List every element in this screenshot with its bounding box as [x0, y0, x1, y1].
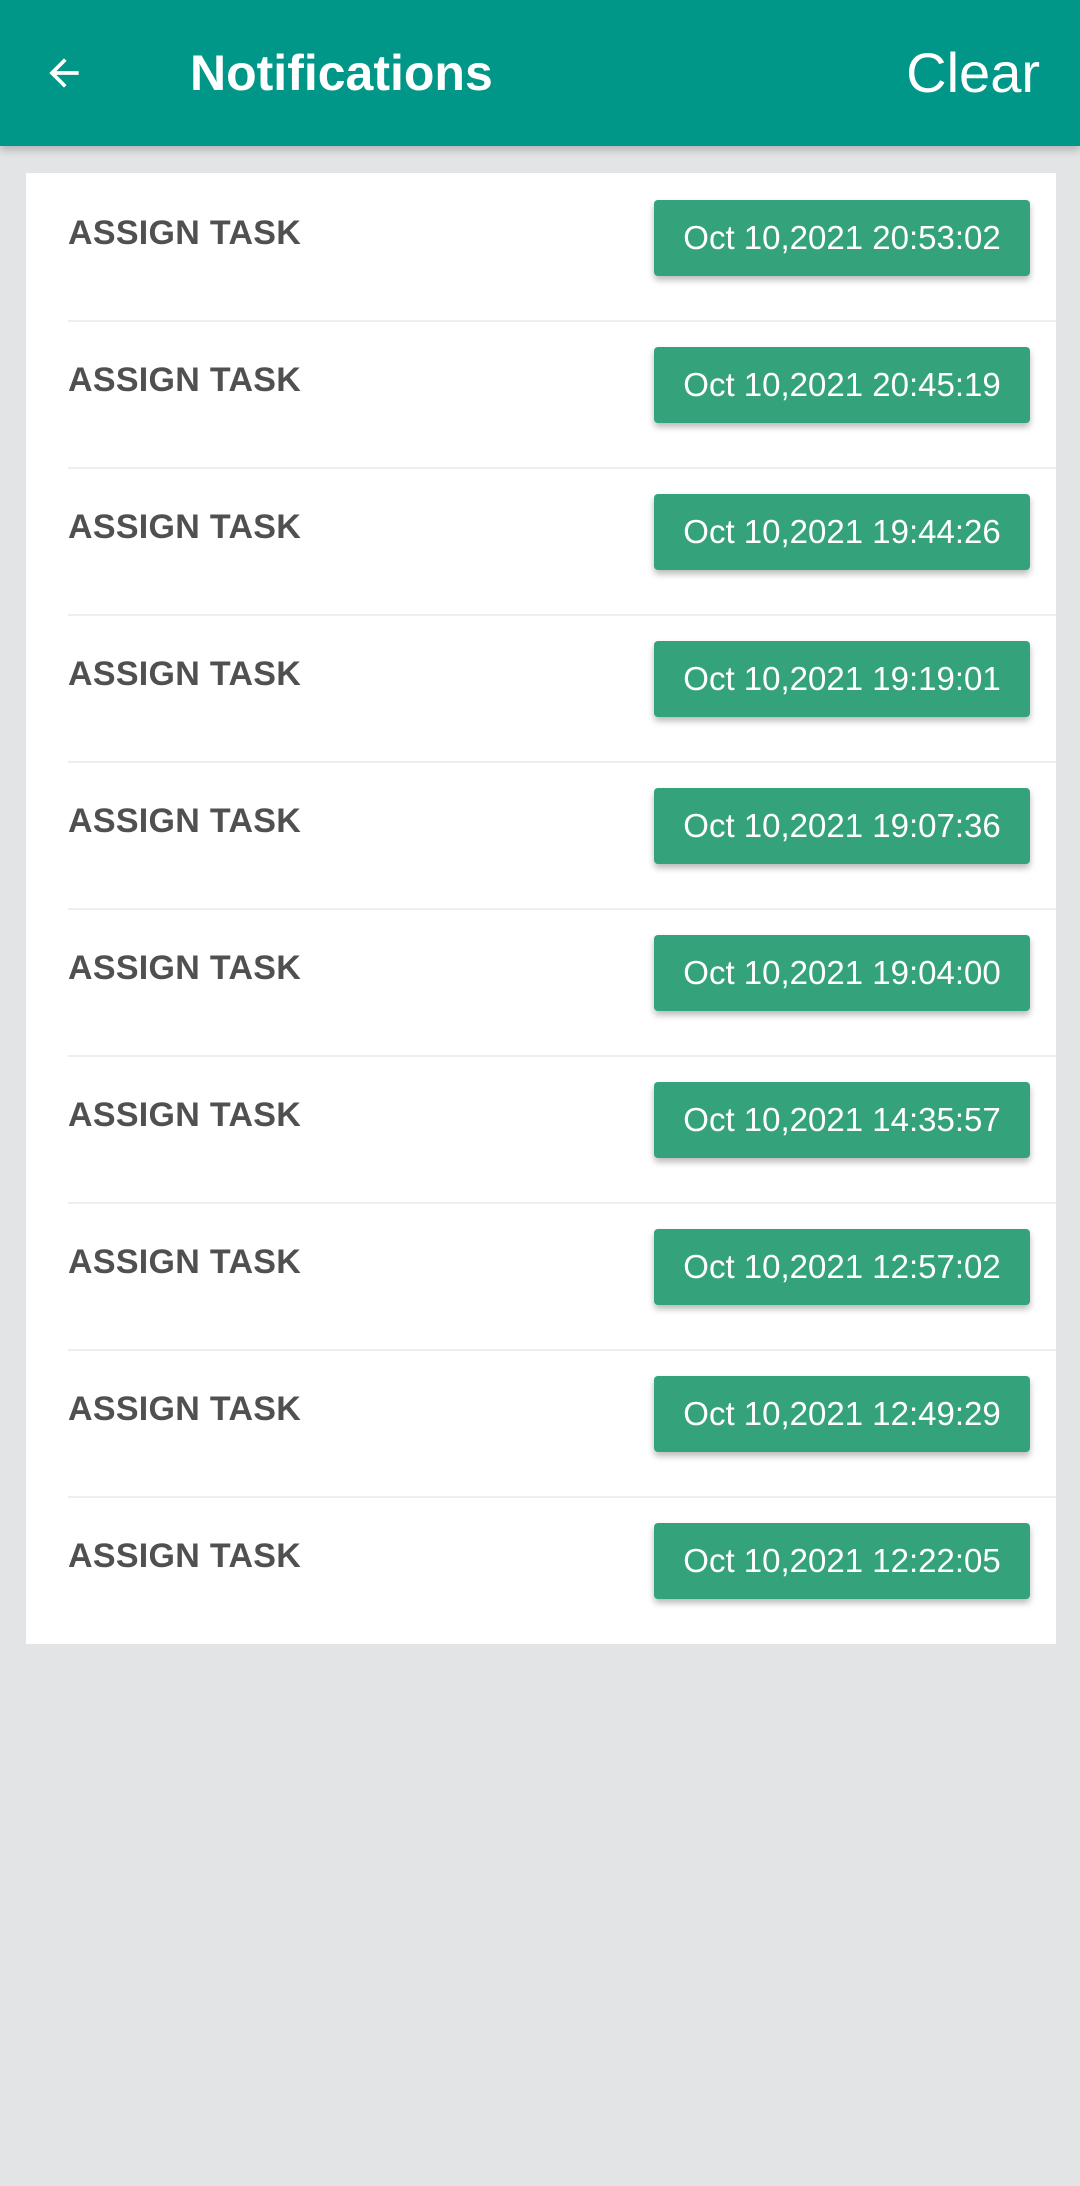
notification-item[interactable]: ASSIGN TASK Oct 10,2021 14:35:57 — [26, 1055, 1056, 1202]
arrow-left-icon — [49, 58, 79, 88]
notification-list: ASSIGN TASK Oct 10,2021 20:53:02 ASSIGN … — [26, 173, 1056, 1644]
notification-item[interactable]: ASSIGN TASK Oct 10,2021 19:07:36 — [26, 761, 1056, 908]
notification-item[interactable]: ASSIGN TASK Oct 10,2021 19:04:00 — [26, 908, 1056, 1055]
page-title: Notifications — [190, 45, 493, 101]
notification-item[interactable]: ASSIGN TASK Oct 10,2021 12:49:29 — [26, 1349, 1056, 1496]
notification-title: ASSIGN TASK — [68, 1537, 302, 1575]
app-bar: Notifications Clear — [0, 0, 1080, 146]
timestamp-badge: Oct 10,2021 12:57:02 — [654, 1229, 1030, 1305]
notification-item[interactable]: ASSIGN TASK Oct 10,2021 12:22:05 — [26, 1496, 1056, 1643]
timestamp-badge: Oct 10,2021 20:53:02 — [654, 200, 1030, 276]
notification-title: ASSIGN TASK — [68, 508, 302, 546]
notification-title: ASSIGN TASK — [68, 949, 302, 987]
notification-item[interactable]: ASSIGN TASK Oct 10,2021 19:44:26 — [26, 467, 1056, 614]
notification-title: ASSIGN TASK — [68, 802, 302, 840]
back-button[interactable] — [28, 33, 100, 113]
notification-item[interactable]: ASSIGN TASK Oct 10,2021 20:53:02 — [26, 173, 1056, 320]
timestamp-badge: Oct 10,2021 19:44:26 — [654, 494, 1030, 570]
timestamp-badge: Oct 10,2021 12:22:05 — [654, 1523, 1030, 1599]
timestamp-badge: Oct 10,2021 20:45:19 — [654, 347, 1030, 423]
timestamp-badge: Oct 10,2021 19:07:36 — [654, 788, 1030, 864]
notification-title: ASSIGN TASK — [68, 1390, 302, 1428]
timestamp-badge: Oct 10,2021 12:49:29 — [654, 1376, 1030, 1452]
notification-item[interactable]: ASSIGN TASK Oct 10,2021 19:19:01 — [26, 614, 1056, 761]
notification-item[interactable]: ASSIGN TASK Oct 10,2021 12:57:02 — [26, 1202, 1056, 1349]
timestamp-badge: Oct 10,2021 14:35:57 — [654, 1082, 1030, 1158]
notification-title: ASSIGN TASK — [68, 1096, 302, 1134]
timestamp-badge: Oct 10,2021 19:19:01 — [654, 641, 1030, 717]
timestamp-badge: Oct 10,2021 19:04:00 — [654, 935, 1030, 1011]
notification-title: ASSIGN TASK — [68, 655, 302, 693]
notification-title: ASSIGN TASK — [68, 214, 302, 252]
notification-item[interactable]: ASSIGN TASK Oct 10,2021 20:45:19 — [26, 320, 1056, 467]
notification-title: ASSIGN TASK — [68, 1243, 302, 1281]
notification-title: ASSIGN TASK — [68, 361, 302, 399]
clear-button[interactable]: Clear — [906, 0, 1040, 146]
